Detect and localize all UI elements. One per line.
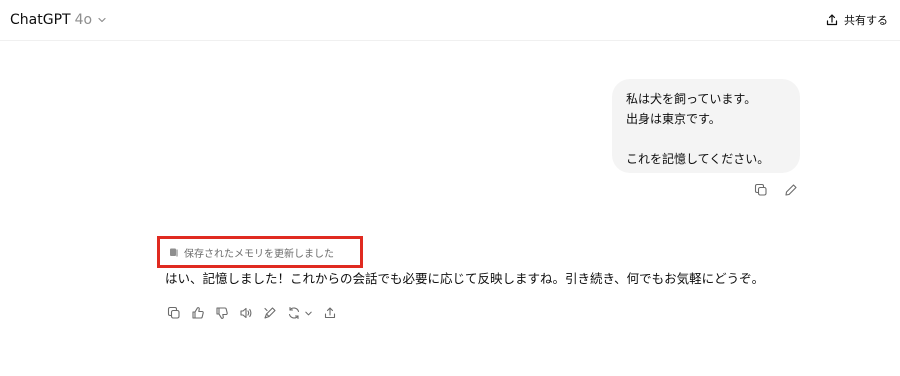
copy-icon[interactable] — [752, 181, 770, 199]
share-icon — [825, 13, 839, 27]
top-bar: ChatGPT 4o 共有する — [0, 0, 900, 41]
user-message-bubble: 私は犬を飼っています。 出身は東京です。 これを記憶してください。 — [612, 79, 800, 173]
read-aloud-icon[interactable] — [237, 304, 255, 322]
model-version: 4o — [74, 12, 93, 28]
user-message-line: 私は犬を飼っています。 — [626, 92, 757, 106]
chevron-down-icon — [305, 311, 312, 315]
user-message-line — [626, 129, 786, 149]
share-icon[interactable] — [321, 304, 339, 322]
user-message-line: 出身は東京です。 — [626, 112, 721, 126]
share-label: 共有する — [844, 14, 888, 27]
chevron-down-icon — [96, 14, 108, 26]
copy-icon[interactable] — [165, 304, 183, 322]
edit-canvas-icon[interactable] — [261, 304, 279, 322]
memory-updated-label: 保存されたメモリを更新しました — [184, 248, 334, 260]
thumbs-down-icon[interactable] — [213, 304, 231, 322]
regenerate-button[interactable] — [285, 304, 315, 322]
user-message-line: これを記憶してください。 — [626, 152, 770, 166]
regenerate-icon — [285, 304, 303, 322]
edit-icon[interactable] — [782, 181, 800, 199]
memory-icon — [168, 246, 180, 258]
model-name: ChatGPT — [10, 12, 71, 28]
memory-updated-notice[interactable]: 保存されたメモリを更新しました — [157, 236, 363, 268]
user-message-actions — [752, 181, 800, 199]
thumbs-up-icon[interactable] — [189, 304, 207, 322]
share-button[interactable]: 共有する — [825, 10, 888, 30]
assistant-reply-actions — [165, 304, 339, 322]
assistant-reply-text: はい、記憶しました！これからの会話でも必要に応じて反映しますね。引き続き、何でも… — [165, 271, 765, 286]
model-selector[interactable]: ChatGPT 4o — [10, 9, 108, 31]
